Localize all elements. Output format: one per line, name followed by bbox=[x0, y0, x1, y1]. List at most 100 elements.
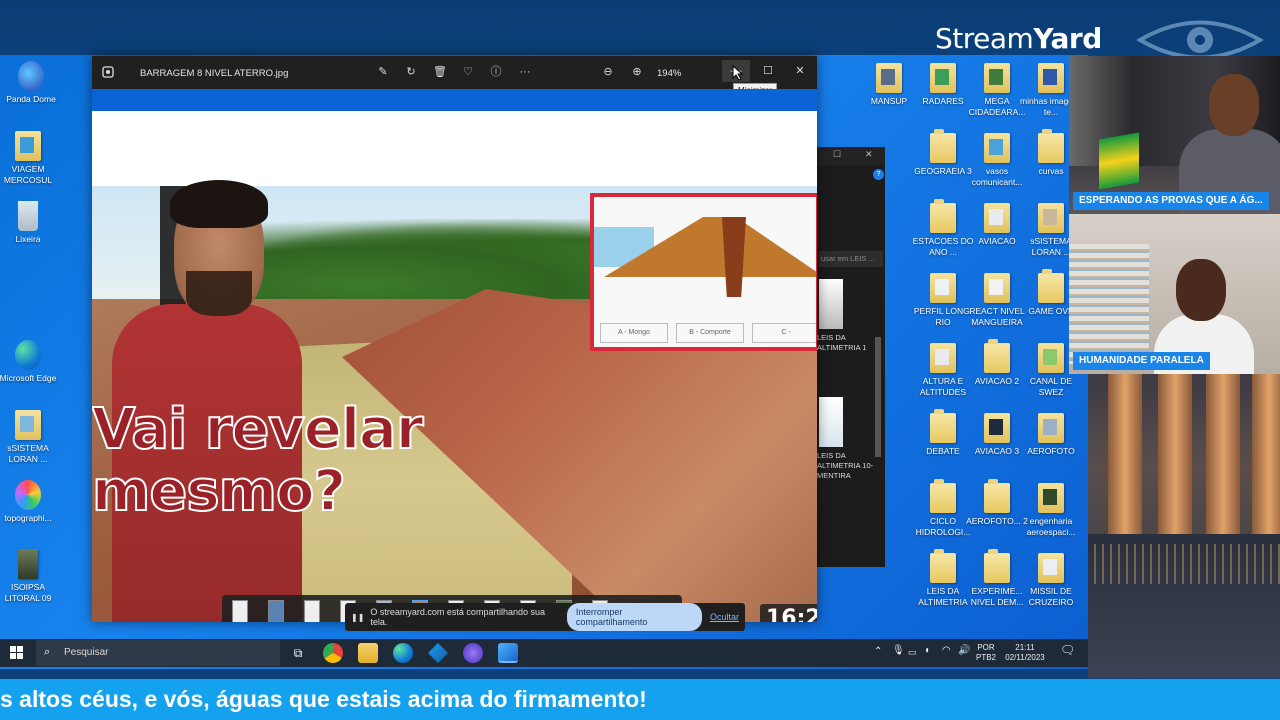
share-message: O streamyard.com está compartilhando sua… bbox=[370, 607, 545, 627]
file-explorer-window[interactable]: ☐ ✕ ? usar em LEIS ... LEIS DA ALTIMETRI… bbox=[817, 147, 885, 567]
desktop-icon-panda-dome[interactable]: Panda Dome bbox=[0, 61, 62, 105]
desktop-icon-mega-cidade[interactable]: MEGA CIDADEARA... bbox=[966, 63, 1028, 118]
folder-icon bbox=[1038, 203, 1064, 233]
rotate-icon[interactable]: ↻ bbox=[404, 65, 418, 79]
desktop-icon-aviacao-3[interactable]: AVIACAO 3 bbox=[966, 413, 1028, 457]
desktop-icon-estacoes[interactable]: ESTACOES DO ANO ... bbox=[912, 199, 974, 258]
folder-icon bbox=[15, 131, 41, 161]
desktop-icon-aviacao[interactable]: AVIACAO bbox=[966, 203, 1028, 247]
folder-icon bbox=[930, 549, 956, 583]
desktop-icon-perfil-long[interactable]: PERFIL LONG. RIO bbox=[912, 273, 974, 328]
zoom-in-icon[interactable]: ⊕ bbox=[630, 65, 644, 79]
hide-banner-link[interactable]: Ocultar bbox=[710, 612, 739, 622]
scrollbar[interactable] bbox=[875, 337, 881, 457]
volume-icon[interactable]: 🔊 bbox=[958, 646, 970, 656]
desktop-icon-altura[interactable]: ALTURA E ALTITUDES bbox=[912, 343, 974, 398]
folder-icon bbox=[930, 199, 956, 233]
photo-canvas[interactable]: Vai revelar mesmo? A - Mongo B - Comport… bbox=[92, 89, 817, 622]
guest-name-label: HUMANIDADE PARALELA bbox=[1073, 352, 1210, 370]
taskbar-search[interactable]: ⌕ Pesquisar bbox=[36, 640, 280, 666]
folder-icon bbox=[984, 273, 1010, 303]
desktop-icon-engenharia[interactable]: engenharia aeroespaci... bbox=[1020, 483, 1082, 538]
folder-icon bbox=[930, 479, 956, 513]
wifi-icon[interactable]: ◠ bbox=[942, 646, 951, 656]
chevron-up-icon[interactable]: ⌃ bbox=[874, 647, 882, 657]
desktop-icon-loran[interactable]: sSISTEMA LORAN ... bbox=[0, 410, 59, 465]
panda-dome-icon bbox=[18, 61, 44, 91]
explorer-search-input[interactable]: usar em LEIS ... bbox=[819, 251, 883, 267]
recycle-bin-icon bbox=[18, 201, 38, 231]
photos-viewer-window[interactable]: BARRAGEM 8 NIVEL ATERRO.jpg ✎ ↻ 🗑 ♡ ⓘ ··… bbox=[92, 56, 817, 622]
pause-icon: ❚❚ bbox=[351, 612, 365, 622]
folder-icon bbox=[930, 343, 956, 373]
close-button[interactable]: ✕ bbox=[786, 60, 814, 82]
face bbox=[1209, 74, 1259, 136]
desktop-icon-isoipsa[interactable]: ISOIPSA LITORAL 09 bbox=[0, 549, 59, 604]
desktop-icon-ciclo-hidro[interactable]: CICLO HIDROLOGI... bbox=[912, 479, 974, 538]
guest-name-label: ESPERANDO AS PROVAS QUE A ÁG... bbox=[1073, 192, 1269, 210]
file-name: BARRAGEM 8 NIVEL ATERRO.jpg bbox=[140, 68, 289, 79]
photos-taskbar-icon[interactable] bbox=[498, 643, 518, 663]
favorite-icon[interactable]: ♡ bbox=[461, 65, 475, 79]
edge-taskbar-icon[interactable] bbox=[393, 643, 413, 663]
desktop-icon-edge[interactable]: Microsoft Edge bbox=[0, 340, 59, 384]
folder-icon bbox=[984, 479, 1010, 513]
column bbox=[1206, 374, 1240, 544]
desktop-icon-missil[interactable]: MISSIL DE CRUZEIRO bbox=[1020, 553, 1082, 608]
image-top-strip bbox=[92, 89, 817, 111]
filmstrip-thumb[interactable] bbox=[232, 600, 248, 622]
battery-icon[interactable]: ▭ bbox=[908, 647, 917, 657]
desktop-icon-experimento[interactable]: EXPERIME... NIVEL DEM... bbox=[966, 549, 1028, 608]
more-options-icon[interactable]: ··· bbox=[518, 65, 532, 79]
desktop-icon-aerofoto-2[interactable]: AEROFOTO... 2 bbox=[966, 479, 1028, 527]
filmstrip-thumb[interactable] bbox=[268, 600, 284, 622]
dam-cross-section-diagram: A - Mongo B - Comporte C - bbox=[590, 193, 817, 351]
info-icon[interactable]: ⓘ bbox=[489, 65, 503, 79]
desktop-icon-topographi[interactable]: topographi... bbox=[0, 480, 59, 524]
desktop-icon-lixeira[interactable]: Lixeira bbox=[0, 201, 59, 245]
folder-icon bbox=[930, 273, 956, 303]
desktop-icon-viagem-mercosul[interactable]: VIAGEM MERCOSUL bbox=[0, 131, 59, 186]
maximize-icon[interactable]: ☐ bbox=[833, 149, 841, 160]
close-icon[interactable]: ✕ bbox=[865, 149, 873, 160]
photos-titlebar: BARRAGEM 8 NIVEL ATERRO.jpg ✎ ↻ 🗑 ♡ ⓘ ··… bbox=[92, 56, 817, 89]
taskbar-clock[interactable]: 21:11 02/11/2023 bbox=[1002, 643, 1048, 663]
notification-icon[interactable]: 🗨 bbox=[1060, 644, 1075, 656]
folder-icon bbox=[1038, 129, 1064, 163]
diagram-legend: A - Mongo B - Comporte C - bbox=[600, 323, 816, 343]
desktop-icon-radares[interactable]: RADARES bbox=[912, 63, 974, 107]
app-icon[interactable] bbox=[428, 643, 448, 663]
stop-sharing-button[interactable]: Interromper compartilhamento bbox=[566, 603, 702, 631]
windows-start-icon[interactable] bbox=[10, 646, 24, 660]
help-icon[interactable]: ? bbox=[873, 169, 884, 180]
desktop-icon-mansup[interactable]: MANSUP bbox=[858, 63, 920, 107]
explorer-titlebar: ☐ ✕ bbox=[817, 147, 885, 165]
filmstrip-thumb[interactable] bbox=[304, 600, 320, 622]
file-explorer-icon[interactable] bbox=[358, 643, 378, 663]
task-view-icon[interactable]: ⧉ bbox=[288, 643, 308, 663]
folder-icon bbox=[1038, 553, 1064, 583]
brazil-flag bbox=[1099, 132, 1139, 190]
image-file-icon bbox=[18, 549, 38, 579]
image-thumbnail bbox=[819, 397, 843, 447]
chrome-icon[interactable] bbox=[323, 643, 343, 663]
microphone-icon[interactable]: 🎙 bbox=[892, 646, 905, 656]
language-indicator[interactable]: POR PTB2 bbox=[976, 643, 996, 663]
zoom-out-icon[interactable]: ⊖ bbox=[601, 65, 615, 79]
desktop-icon-leis-altimetria[interactable]: LEIS DA ALTIMETRIA bbox=[912, 549, 974, 608]
desktop-icon-react-nivel[interactable]: REACT NIVEL MANGUEIRA bbox=[966, 273, 1028, 328]
guest-camera-1: ESPERANDO AS PROVAS QUE A ÁG... bbox=[1069, 56, 1280, 214]
desktop-icon-geografia-3[interactable]: GEOGRAEIA 3 bbox=[912, 129, 974, 177]
security-icon[interactable]: ◐ bbox=[925, 646, 931, 656]
desktop-icon-vasos[interactable]: vasos comunicant... bbox=[966, 133, 1028, 188]
desktop-icon-aerofoto[interactable]: AEROFOTO bbox=[1020, 413, 1082, 457]
edit-image-icon[interactable]: ✎ bbox=[376, 65, 390, 79]
app-icon[interactable] bbox=[463, 643, 483, 663]
maximize-button[interactable]: ☐ bbox=[754, 60, 782, 82]
desktop-icon-debate[interactable]: DEBATE bbox=[912, 409, 974, 457]
folder-icon bbox=[1038, 413, 1064, 443]
delete-icon[interactable]: 🗑 bbox=[433, 65, 447, 79]
desktop-icon-aviacao-2[interactable]: AVIACAO 2 bbox=[966, 339, 1028, 387]
folder-icon bbox=[984, 203, 1010, 233]
edge-icon bbox=[15, 340, 41, 370]
